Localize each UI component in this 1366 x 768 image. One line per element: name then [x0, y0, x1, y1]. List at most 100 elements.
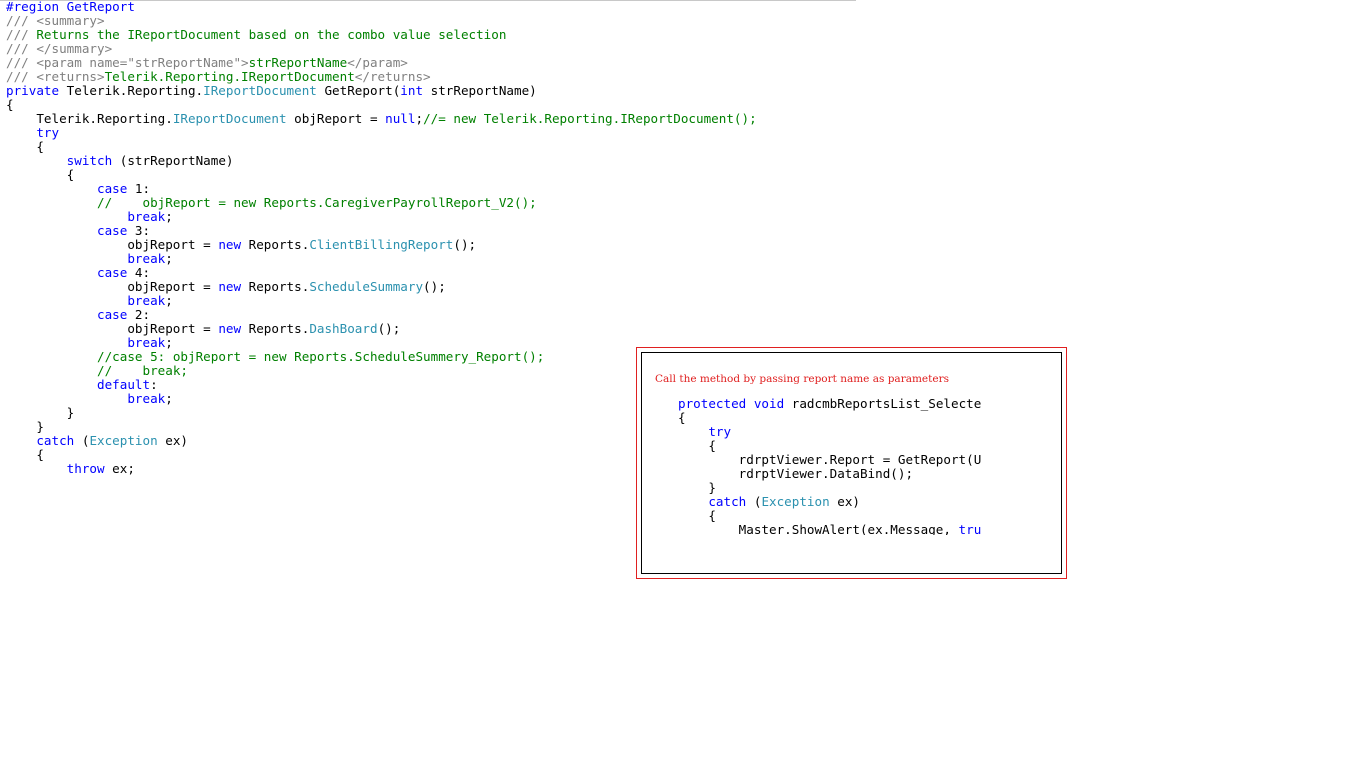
- code-line: objReport = new Reports.ClientBillingRep…: [6, 238, 757, 252]
- code-token: #region GetReport: [6, 0, 135, 14]
- code-token: objReport =: [6, 279, 219, 294]
- code-token: ();: [377, 321, 401, 336]
- code-line: break;: [6, 294, 757, 308]
- callout-caption: Call the method by passing report name a…: [655, 373, 949, 385]
- code-token: objReport =: [286, 111, 386, 126]
- code-line: break;: [6, 252, 757, 266]
- callout-code-line: protected void radcmbReportsList_Selecte: [678, 397, 998, 411]
- code-token: new: [218, 321, 242, 336]
- code-token: ();: [453, 237, 477, 252]
- code-token: new: [218, 279, 242, 294]
- code-token: // break;: [97, 363, 188, 378]
- code-token: ;: [165, 251, 173, 266]
- code-token: Reports.: [241, 237, 310, 252]
- callout-code-token: Master.ShowAlert(ex.Message,: [678, 522, 959, 536]
- callout-code-line: rdrptViewer.DataBind();: [678, 467, 998, 481]
- code-token: case: [97, 265, 128, 280]
- code-token: ;: [165, 391, 173, 406]
- code-token: /// </summary>: [6, 41, 113, 56]
- code-token: ;: [165, 335, 173, 350]
- callout-code-line: catch (Exception ex): [678, 495, 998, 509]
- code-line: break;: [6, 210, 757, 224]
- code-token: (: [74, 433, 90, 448]
- callout-code-line: {: [678, 411, 998, 425]
- code-token: private: [6, 83, 60, 98]
- code-token: case: [97, 223, 128, 238]
- code-token: case: [97, 181, 128, 196]
- code-token: /// <returns>: [6, 69, 105, 84]
- code-line: private Telerik.Reporting.IReportDocumen…: [6, 84, 757, 98]
- callout-code-line: rdrptViewer.Report = GetReport(U: [678, 453, 998, 467]
- code-token: {: [6, 447, 44, 462]
- code-token: default: [97, 377, 151, 392]
- code-token: // objReport = new Reports.CaregiverPayr…: [97, 195, 537, 210]
- code-line: objReport = new Reports.DashBoard();: [6, 322, 757, 336]
- code-line: /// Returns the IReportDocument based on…: [6, 28, 757, 42]
- code-line: /// <param name="strReportName">strRepor…: [6, 56, 757, 70]
- code-token: ScheduleSummary: [309, 279, 424, 294]
- code-token: break: [127, 293, 166, 308]
- code-token: ex): [157, 433, 189, 448]
- code-token: strReportName: [248, 55, 348, 70]
- code-token: try: [36, 125, 60, 140]
- callout-code-token: rdrptViewer.DataBind();: [678, 466, 914, 481]
- code-token: throw: [66, 461, 105, 476]
- code-token: null: [385, 111, 416, 126]
- code-token: /// <param name="strReportName">: [6, 55, 249, 70]
- code-token: objReport =: [6, 237, 219, 252]
- code-line: case 1:: [6, 182, 757, 196]
- code-token: break: [127, 251, 166, 266]
- code-token: }: [6, 405, 75, 420]
- code-token: 4:: [127, 265, 151, 280]
- code-token: ;: [165, 209, 173, 224]
- code-token: IReportDocument: [203, 83, 317, 98]
- callout-code-token: {: [678, 438, 716, 453]
- code-token: 1:: [127, 181, 151, 196]
- callout-code-token: [746, 397, 754, 411]
- code-token: :: [150, 377, 158, 392]
- code-line: try: [6, 126, 757, 140]
- callout-code-token: [678, 424, 708, 439]
- code-token: Telerik.Reporting.: [6, 111, 173, 126]
- code-token: {: [6, 167, 75, 182]
- code-token: 3:: [127, 223, 151, 238]
- code-line: /// </summary>: [6, 42, 757, 56]
- code-token: ();: [423, 279, 446, 294]
- code-token: (strReportName): [112, 153, 234, 168]
- code-line: switch (strReportName): [6, 154, 757, 168]
- callout-code-line: {: [678, 439, 998, 453]
- code-line: /// <returns>Telerik.Reporting.IReportDo…: [6, 70, 757, 84]
- callout-code-token: {: [678, 410, 686, 425]
- code-token: 2:: [127, 307, 151, 322]
- code-line: case 3:: [6, 224, 757, 238]
- code-token: new: [218, 237, 242, 252]
- code-token: Reports.: [241, 321, 310, 336]
- code-token: Exception: [89, 433, 158, 448]
- code-token: int: [400, 83, 424, 98]
- code-token: catch: [36, 433, 75, 448]
- code-line: {: [6, 98, 757, 112]
- code-token: /// <summary>: [6, 13, 105, 28]
- code-token: ex;: [104, 461, 135, 476]
- code-token: </param>: [347, 55, 408, 70]
- code-token: }: [6, 419, 44, 434]
- code-token: break: [127, 335, 166, 350]
- callout-code-token: catch: [708, 494, 747, 509]
- callout-code-line: }: [678, 481, 998, 495]
- code-token: //case 5: objReport = new Reports.Schedu…: [97, 349, 545, 364]
- callout-code-token: [678, 494, 708, 509]
- code-token: {: [6, 139, 44, 154]
- code-token: ClientBillingReport: [309, 237, 454, 252]
- code-token: break: [127, 209, 166, 224]
- code-line: case 2:: [6, 308, 757, 322]
- code-line: case 4:: [6, 266, 757, 280]
- callout-code-token: protected: [678, 397, 747, 411]
